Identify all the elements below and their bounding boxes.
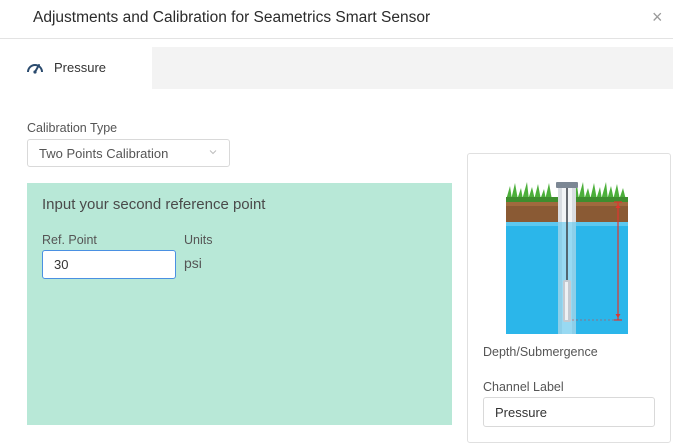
tab-bar: Pressure xyxy=(9,47,673,89)
calibration-type-label: Calibration Type xyxy=(27,121,118,135)
units-value: psi xyxy=(184,255,202,271)
channel-label-input[interactable] xyxy=(483,397,655,427)
measurement-label: Depth/Submergence xyxy=(483,345,598,359)
dialog-title: Adjustments and Calibration for Seametri… xyxy=(33,9,431,26)
reference-point-panel: Input your second reference point Ref. P… xyxy=(27,183,452,425)
calibration-type-select[interactable]: Two Points Calibration xyxy=(27,139,230,167)
chevron-down-icon xyxy=(209,150,217,155)
calibration-type-value: Two Points Calibration xyxy=(39,146,169,161)
gauge-icon xyxy=(27,64,43,74)
tab-label: Pressure xyxy=(54,60,107,75)
ref-point-input[interactable] xyxy=(42,250,176,279)
close-icon[interactable]: × xyxy=(652,7,663,27)
units-label: Units xyxy=(184,233,213,247)
channel-label-heading: Channel Label xyxy=(483,380,564,394)
well-sensor-illustration xyxy=(506,182,628,334)
sensor-card: Depth/Submergence Channel Label xyxy=(467,153,671,443)
tab-pressure[interactable]: Pressure xyxy=(9,47,152,89)
panel-title: Input your second reference point xyxy=(42,196,266,213)
ref-point-label: Ref. Point xyxy=(42,233,97,247)
dialog-header: Adjustments and Calibration for Seametri… xyxy=(0,0,673,39)
